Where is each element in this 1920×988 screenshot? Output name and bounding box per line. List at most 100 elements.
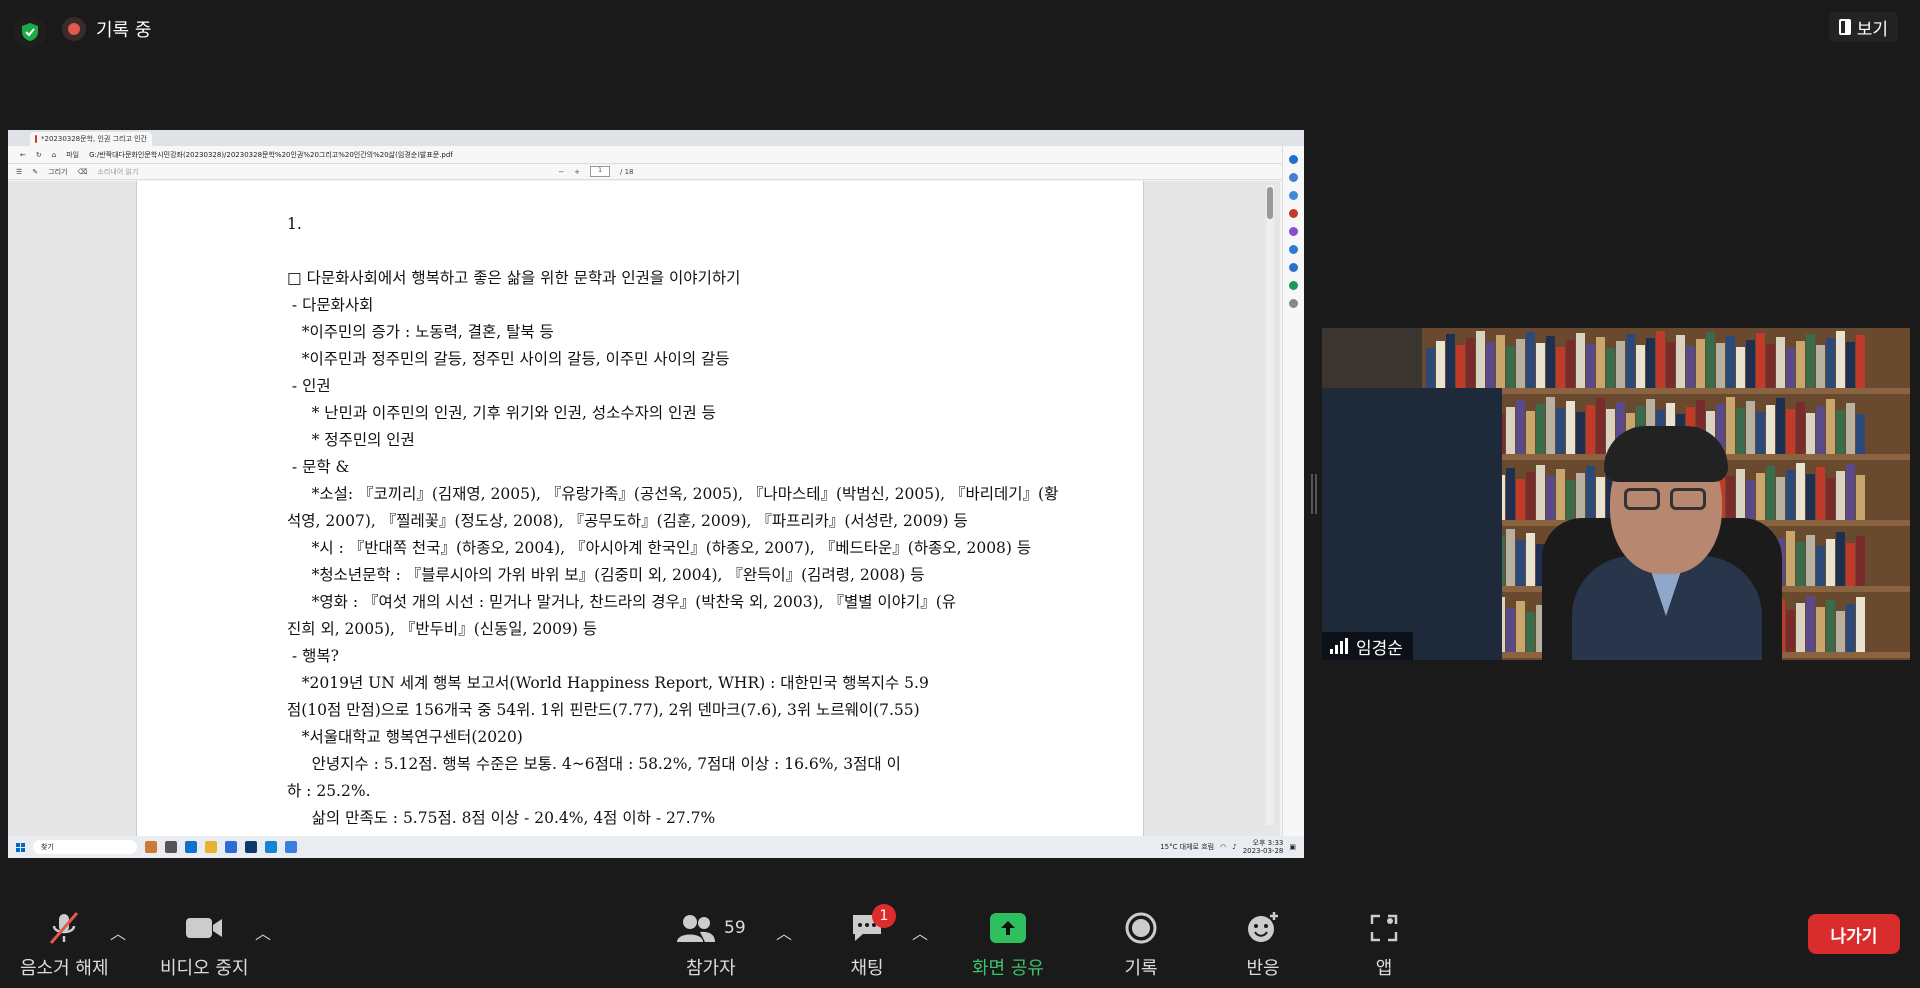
eraser-icon[interactable]: ⌫ [77, 168, 87, 176]
app-icon[interactable] [145, 841, 157, 853]
weather-text[interactable]: 15°C 대체로 흐림 [1160, 842, 1214, 852]
document-line: 하 : 25.2%. [287, 782, 371, 800]
office-icon[interactable] [1289, 245, 1298, 254]
stop-video-label: 비디오 중지 [160, 958, 249, 979]
home-icon[interactable]: ⌂ [52, 151, 56, 159]
record-icon [1124, 910, 1158, 946]
document-line: - 인권 [287, 377, 331, 395]
address-bar[interactable]: ← ↻ ⌂ 파일 G:/반짝대다문화인문학시민강좌(20230328)/2023… [8, 146, 1304, 164]
record-button[interactable]: 기록 [1124, 910, 1158, 980]
participant-name-tag: 임경순 [1322, 632, 1413, 660]
bing-icon[interactable] [1289, 155, 1298, 164]
apps-button[interactable]: 앱 [1368, 910, 1400, 980]
muted-mic-icon [46, 910, 82, 946]
share-screen-icon [989, 913, 1026, 943]
share-screen-label: 화면 공유 [972, 958, 1044, 979]
explorer-icon[interactable] [205, 841, 217, 853]
volume-icon[interactable]: ♪ [1232, 843, 1236, 851]
chat-label: 채팅 [850, 958, 884, 979]
search-icon[interactable] [1289, 173, 1298, 182]
pdf-scrollbar[interactable] [1266, 185, 1274, 825]
participant-video[interactable]: 임경순 [1322, 328, 1910, 660]
terminal-icon[interactable] [245, 841, 257, 853]
task-view-icon[interactable] [165, 841, 177, 853]
mail-icon[interactable] [185, 841, 197, 853]
view-button[interactable]: 보기 [1828, 12, 1898, 42]
draw-label[interactable]: 그리기 [48, 167, 67, 177]
document-line: *이주민의 증가 : 노동력, 결혼, 탈북 등 [287, 323, 554, 341]
outlook-icon[interactable] [1289, 263, 1298, 272]
document-line: *소설: 『코끼리』(김재영, 2005), 『유랑가족』(공선옥, 2005)… [287, 485, 1059, 503]
document-text: 1. □ 다문화사회에서 행복하고 좋은 삶을 위한 문학과 인권을 이야기하기 … [287, 211, 1059, 832]
add-icon[interactable] [1289, 299, 1298, 308]
participants-caret-icon[interactable]: ︿ [776, 920, 792, 944]
participants-icon [677, 915, 715, 942]
participants-icon-wrap: 59 [676, 910, 746, 946]
audio-options-caret-icon[interactable]: ︿ [110, 920, 126, 944]
document-line: - 행복? [287, 647, 339, 665]
participants-label: 참가자 [685, 958, 736, 979]
browser-tab-bar: *20230328문학, 인권 그리고 인간 [8, 130, 1304, 146]
leave-button[interactable]: 나가기 [1808, 914, 1900, 954]
reload-icon[interactable]: ↻ [36, 151, 42, 159]
video-camera-icon [184, 910, 224, 946]
recording-indicator[interactable]: 기록 중 [62, 16, 151, 42]
document-line: *서울대학교 행복연구센터(2020) [287, 728, 523, 746]
games-icon[interactable] [1289, 227, 1298, 236]
panel-resize-handle[interactable] [1311, 474, 1317, 514]
reactions-button[interactable]: 반응 [1245, 910, 1281, 980]
view-label: 보기 [1856, 19, 1888, 40]
stop-video-button[interactable]: 비디오 중지 [160, 910, 249, 980]
zoom-in-icon[interactable]: + [574, 168, 580, 176]
edge-icon[interactable] [265, 841, 277, 853]
briefcase-icon[interactable] [1289, 209, 1298, 218]
taskbar-search-label: 찾기 [41, 843, 54, 851]
apps-label: 앱 [1375, 958, 1393, 979]
video-options-caret-icon[interactable]: ︿ [255, 920, 271, 944]
back-icon[interactable]: ← [20, 151, 26, 159]
windows-taskbar: 찾기 15°C 대체로 흐림 ◠ ♪ 오후 3:33 2023-03-28 ▣ [8, 836, 1304, 858]
chat-caret-icon[interactable]: ︿ [912, 920, 928, 944]
file-label: 파일 [66, 150, 80, 159]
wifi-icon[interactable]: ◠ [1220, 843, 1226, 851]
zoom-app-icon[interactable] [225, 841, 237, 853]
document-line: 안녕지수 : 5.12점. 행복 수준은 보통. 4~6점대 : 58.2%, … [287, 755, 901, 773]
chat-icon-wrap: 1 [850, 904, 896, 946]
unmute-label: 음소거 해제 [20, 958, 109, 979]
pdf-viewer[interactable]: 1. □ 다문화사회에서 행복하고 좋은 삶을 위한 문학과 인권을 이야기하기 … [8, 181, 1280, 836]
share-icon-wrap [989, 910, 1026, 946]
read-aloud-label[interactable]: 소리내어 읽기 [97, 167, 138, 177]
security-shield-icon[interactable] [14, 16, 46, 48]
start-icon[interactable] [16, 842, 25, 852]
contents-icon[interactable]: ☰ [16, 168, 22, 176]
taskbar-search[interactable]: 찾기 [33, 840, 137, 854]
page-number-input[interactable]: 1 [590, 166, 611, 177]
tag-icon[interactable] [1289, 191, 1298, 200]
shared-screen: *20230328문학, 인권 그리고 인간 ← ↻ ⌂ 파일 G:/반짝대다문… [8, 130, 1304, 858]
view-layout-icon [1838, 19, 1851, 35]
draw-icon[interactable]: ✎ [32, 168, 38, 176]
notification-icon[interactable]: ▣ [1289, 843, 1296, 851]
clock[interactable]: 오후 3:33 2023-03-28 [1243, 839, 1284, 855]
chat-app-icon[interactable] [285, 841, 297, 853]
zoom-out-icon[interactable]: − [558, 168, 564, 176]
document-line: * 정주민의 인권 [287, 431, 415, 449]
unmute-button[interactable]: 음소거 해제 [20, 910, 109, 980]
pdf-toolbar: ☰ ✎ 그리기 ⌫ 소리내어 읽기 − + 1 / 18 [8, 164, 1304, 180]
clock-date: 2023-03-28 [1242, 847, 1284, 855]
participants-button[interactable]: 59 참가자 [676, 910, 746, 980]
apps-icon [1368, 910, 1400, 946]
chat-badge: 1 [872, 904, 896, 928]
meeting-toolbar: 음소거 해제 ︿ 비디오 중지 ︿ 59 참가자 ︿ 1 채팅 ︿ 화면 공유 [0, 896, 1920, 988]
chat-button[interactable]: 1 채팅 [850, 904, 896, 980]
url-text[interactable]: G:/반짝대다문화인문학시민강좌(20230328)/20230328문학%20… [89, 150, 1304, 160]
pdf-icon [35, 135, 37, 143]
reactions-icon [1245, 910, 1281, 946]
browser-tab[interactable]: *20230328문학, 인권 그리고 인간 [30, 132, 152, 146]
document-line: *영화 : 『여섯 개의 시선 : 믿거나 말거나, 찬드라의 경우』(박찬욱 … [287, 593, 957, 611]
document-line: 석영, 2007), 『찔레꽃』(정도상, 2008), 『공무도하』(김훈, … [287, 512, 968, 530]
tree-icon[interactable] [1289, 281, 1298, 290]
pdf-page: 1. □ 다문화사회에서 행복하고 좋은 삶을 위한 문학과 인권을 이야기하기 … [136, 181, 1144, 836]
document-line: *시 : 『반대쪽 천국』(하종오, 2004), 『아시아계 한국인』(하종오… [287, 539, 1032, 557]
share-screen-button[interactable]: 화면 공유 [972, 910, 1044, 980]
